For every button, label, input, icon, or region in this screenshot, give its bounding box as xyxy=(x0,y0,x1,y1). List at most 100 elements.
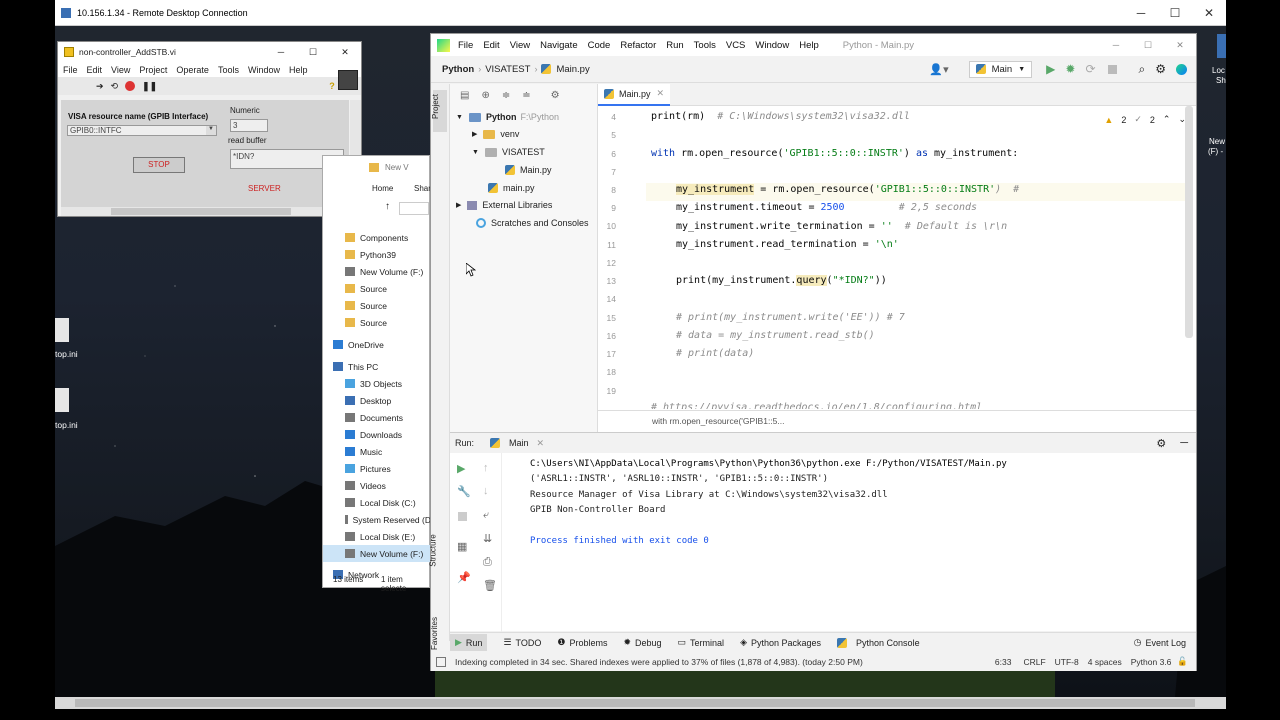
menu-edit[interactable]: Edit xyxy=(483,40,499,51)
search-icon[interactable]: ⌕ xyxy=(1139,62,1146,77)
explorer-nav-item[interactable]: Desktop xyxy=(323,392,431,409)
editor-tab-main-py[interactable]: Main.py ✕ xyxy=(598,83,671,106)
explorer-nav-item[interactable]: Python39 xyxy=(323,246,431,263)
wrench-icon[interactable]: 🔧 xyxy=(457,485,471,498)
tool-tab-event-log[interactable]: ◷ Event Log xyxy=(1134,637,1186,648)
pycharm-maximize-button[interactable]: ☐ xyxy=(1132,40,1164,51)
labview-menu-help[interactable]: Help xyxy=(289,65,308,75)
tool-tab-python-packages[interactable]: ◈ Python Packages xyxy=(740,637,821,648)
gear-icon[interactable]: ⚙ xyxy=(551,90,560,101)
hide-panel-icon[interactable]: ─ xyxy=(1180,437,1188,449)
desktop-drive-icon[interactable] xyxy=(1217,34,1226,58)
layout-icon[interactable]: ▦ xyxy=(457,540,467,553)
status-toggle-icon[interactable] xyxy=(436,656,446,667)
tool-tab-todo[interactable]: ☰ TODO xyxy=(503,637,541,648)
visa-resource-select[interactable]: GPIB0::INTFC ▼ xyxy=(67,125,217,136)
plugin-icon[interactable] xyxy=(1176,63,1187,75)
file-encoding[interactable]: UTF-8 xyxy=(1055,657,1079,667)
menu-refactor[interactable]: Refactor xyxy=(620,40,656,51)
labview-horizontal-scrollbar[interactable] xyxy=(61,207,349,216)
tool-tab-problems[interactable]: ❶ Problems xyxy=(557,637,607,648)
chevron-up-icon[interactable]: ⌃ xyxy=(1163,114,1171,125)
lock-icon[interactable]: 🔓 xyxy=(1177,656,1188,667)
close-icon[interactable]: ✕ xyxy=(657,88,665,99)
trash-icon[interactable]: 🗑 xyxy=(483,579,497,592)
run-config-select[interactable]: Main ▼ xyxy=(968,60,1033,78)
explorer-tab-home[interactable]: Home xyxy=(372,184,393,193)
tree-item-main-py-root[interactable]: main.py xyxy=(488,183,535,193)
labview-close-button[interactable]: ✕ xyxy=(329,47,361,58)
explorer-nav-item[interactable]: 3D Objects xyxy=(323,375,431,392)
explorer-nav-item[interactable]: Components xyxy=(323,229,431,246)
address-bar[interactable] xyxy=(399,202,429,215)
menu-code[interactable]: Code xyxy=(588,40,611,51)
tool-tab-favorites-label[interactable]: Favorites xyxy=(430,617,439,650)
tree-item-external-libraries[interactable]: ▶ External Libraries xyxy=(456,200,552,210)
tree-item-visatest[interactable]: ▼ VISATEST xyxy=(472,147,545,157)
caret-position[interactable]: 6:33 xyxy=(995,657,1012,667)
pycharm-close-button[interactable]: ✕ xyxy=(1164,40,1196,51)
tool-tab-run[interactable]: ▶ Run xyxy=(450,634,488,651)
labview-menu-tools[interactable]: Tools xyxy=(218,65,239,75)
labview-menu-window[interactable]: Window xyxy=(248,65,280,75)
labview-menu-file[interactable]: File xyxy=(63,65,78,75)
expand-all-icon[interactable]: ≑ xyxy=(502,90,510,101)
collapse-all-icon[interactable]: ≐ xyxy=(522,90,530,101)
gear-icon[interactable]: ⚙ xyxy=(1156,437,1166,450)
explorer-nav-item[interactable]: Videos xyxy=(323,477,431,494)
close-icon[interactable]: ✕ xyxy=(537,438,545,449)
explorer-nav-item[interactable]: New Volume (F:) xyxy=(323,263,431,280)
explorer-nav-item[interactable]: OneDrive xyxy=(323,336,431,353)
tree-item-root[interactable]: ▼ Python F:\Python xyxy=(456,112,559,122)
scroll-up-icon[interactable]: ↑ xyxy=(483,462,489,474)
python-interpreter[interactable]: Python 3.6 xyxy=(1131,657,1172,667)
run-icon[interactable]: ▶ xyxy=(1046,62,1055,76)
breadcrumb-folder[interactable]: VISATEST xyxy=(485,64,530,75)
breadcrumb-project[interactable]: Python xyxy=(442,64,474,75)
labview-maximize-button[interactable]: ☐ xyxy=(297,47,329,58)
scroll-down-icon[interactable]: ↓ xyxy=(483,485,489,497)
stop-button[interactable]: STOP xyxy=(133,157,185,173)
user-icon[interactable]: 👤▾ xyxy=(929,63,948,76)
explorer-nav-item[interactable]: Source xyxy=(323,280,431,297)
explorer-nav-item[interactable]: System Reserved (D xyxy=(323,511,431,528)
tool-tab-structure-label[interactable]: Structure xyxy=(429,534,438,566)
desktop-file-icon[interactable] xyxy=(55,318,69,342)
run-arrow-icon[interactable]: ➔ xyxy=(96,81,104,92)
inspection-widget[interactable]: ▲ 2 ✓ 2 ⌃ ⌄ xyxy=(1104,114,1186,125)
explorer-nav-item[interactable]: Local Disk (E:) xyxy=(323,528,431,545)
menu-window[interactable]: Window xyxy=(755,40,789,51)
soft-wrap-icon[interactable]: ⤶ xyxy=(483,509,489,522)
tree-item-main-py[interactable]: Main.py xyxy=(505,165,552,175)
desktop-file-icon[interactable] xyxy=(55,388,69,412)
scroll-to-end-icon[interactable]: ⇊ xyxy=(483,532,492,545)
rdp-close-button[interactable]: ✕ xyxy=(1192,0,1226,26)
rdp-maximize-button[interactable]: ☐ xyxy=(1158,0,1192,26)
indent-setting[interactable]: 4 spaces xyxy=(1088,657,1122,667)
explorer-nav-item[interactable]: Local Disk (C:) xyxy=(323,494,431,511)
explorer-nav-item[interactable]: Documents xyxy=(323,409,431,426)
menu-navigate[interactable]: Navigate xyxy=(540,40,578,51)
up-arrow-icon[interactable]: ↑ xyxy=(385,201,390,212)
tree-item-scratches[interactable]: Scratches and Consoles xyxy=(476,218,589,228)
explorer-nav-item[interactable]: Source xyxy=(323,314,431,331)
status-message[interactable]: Indexing completed in 34 sec. Shared ind… xyxy=(455,657,863,667)
print-icon[interactable]: ⎙ xyxy=(483,556,492,569)
tool-tab-terminal[interactable]: ▭ Terminal xyxy=(678,637,725,648)
locate-icon[interactable]: ⊕ xyxy=(481,90,489,101)
debug-icon[interactable]: ✹ xyxy=(1065,62,1075,76)
rerun-icon[interactable]: ▶ xyxy=(457,462,465,475)
tool-tab-python-console[interactable]: Python Console xyxy=(837,637,920,648)
explorer-nav-item[interactable]: Downloads xyxy=(323,426,431,443)
breadcrumb-file[interactable]: Main.py xyxy=(556,64,589,75)
help-icon[interactable]: ? xyxy=(329,81,335,91)
labview-menu-operate[interactable]: Operate xyxy=(176,65,209,75)
editor-area[interactable]: Main.py ✕ ▲ 2 ✓ 2 ⌃ ⌄ 4 5 6 7 8 9 10 11 12 … xyxy=(598,83,1196,432)
menu-help[interactable]: Help xyxy=(799,40,819,51)
pin-icon[interactable]: 📌 xyxy=(457,571,471,584)
menu-run[interactable]: Run xyxy=(666,40,683,51)
explorer-nav-item[interactable]: Music xyxy=(323,443,431,460)
explorer-nav-item[interactable]: This PC xyxy=(323,358,431,375)
explorer-nav-item[interactable]: Pictures xyxy=(323,460,431,477)
panel-view-icon[interactable]: ▤ xyxy=(460,90,469,101)
